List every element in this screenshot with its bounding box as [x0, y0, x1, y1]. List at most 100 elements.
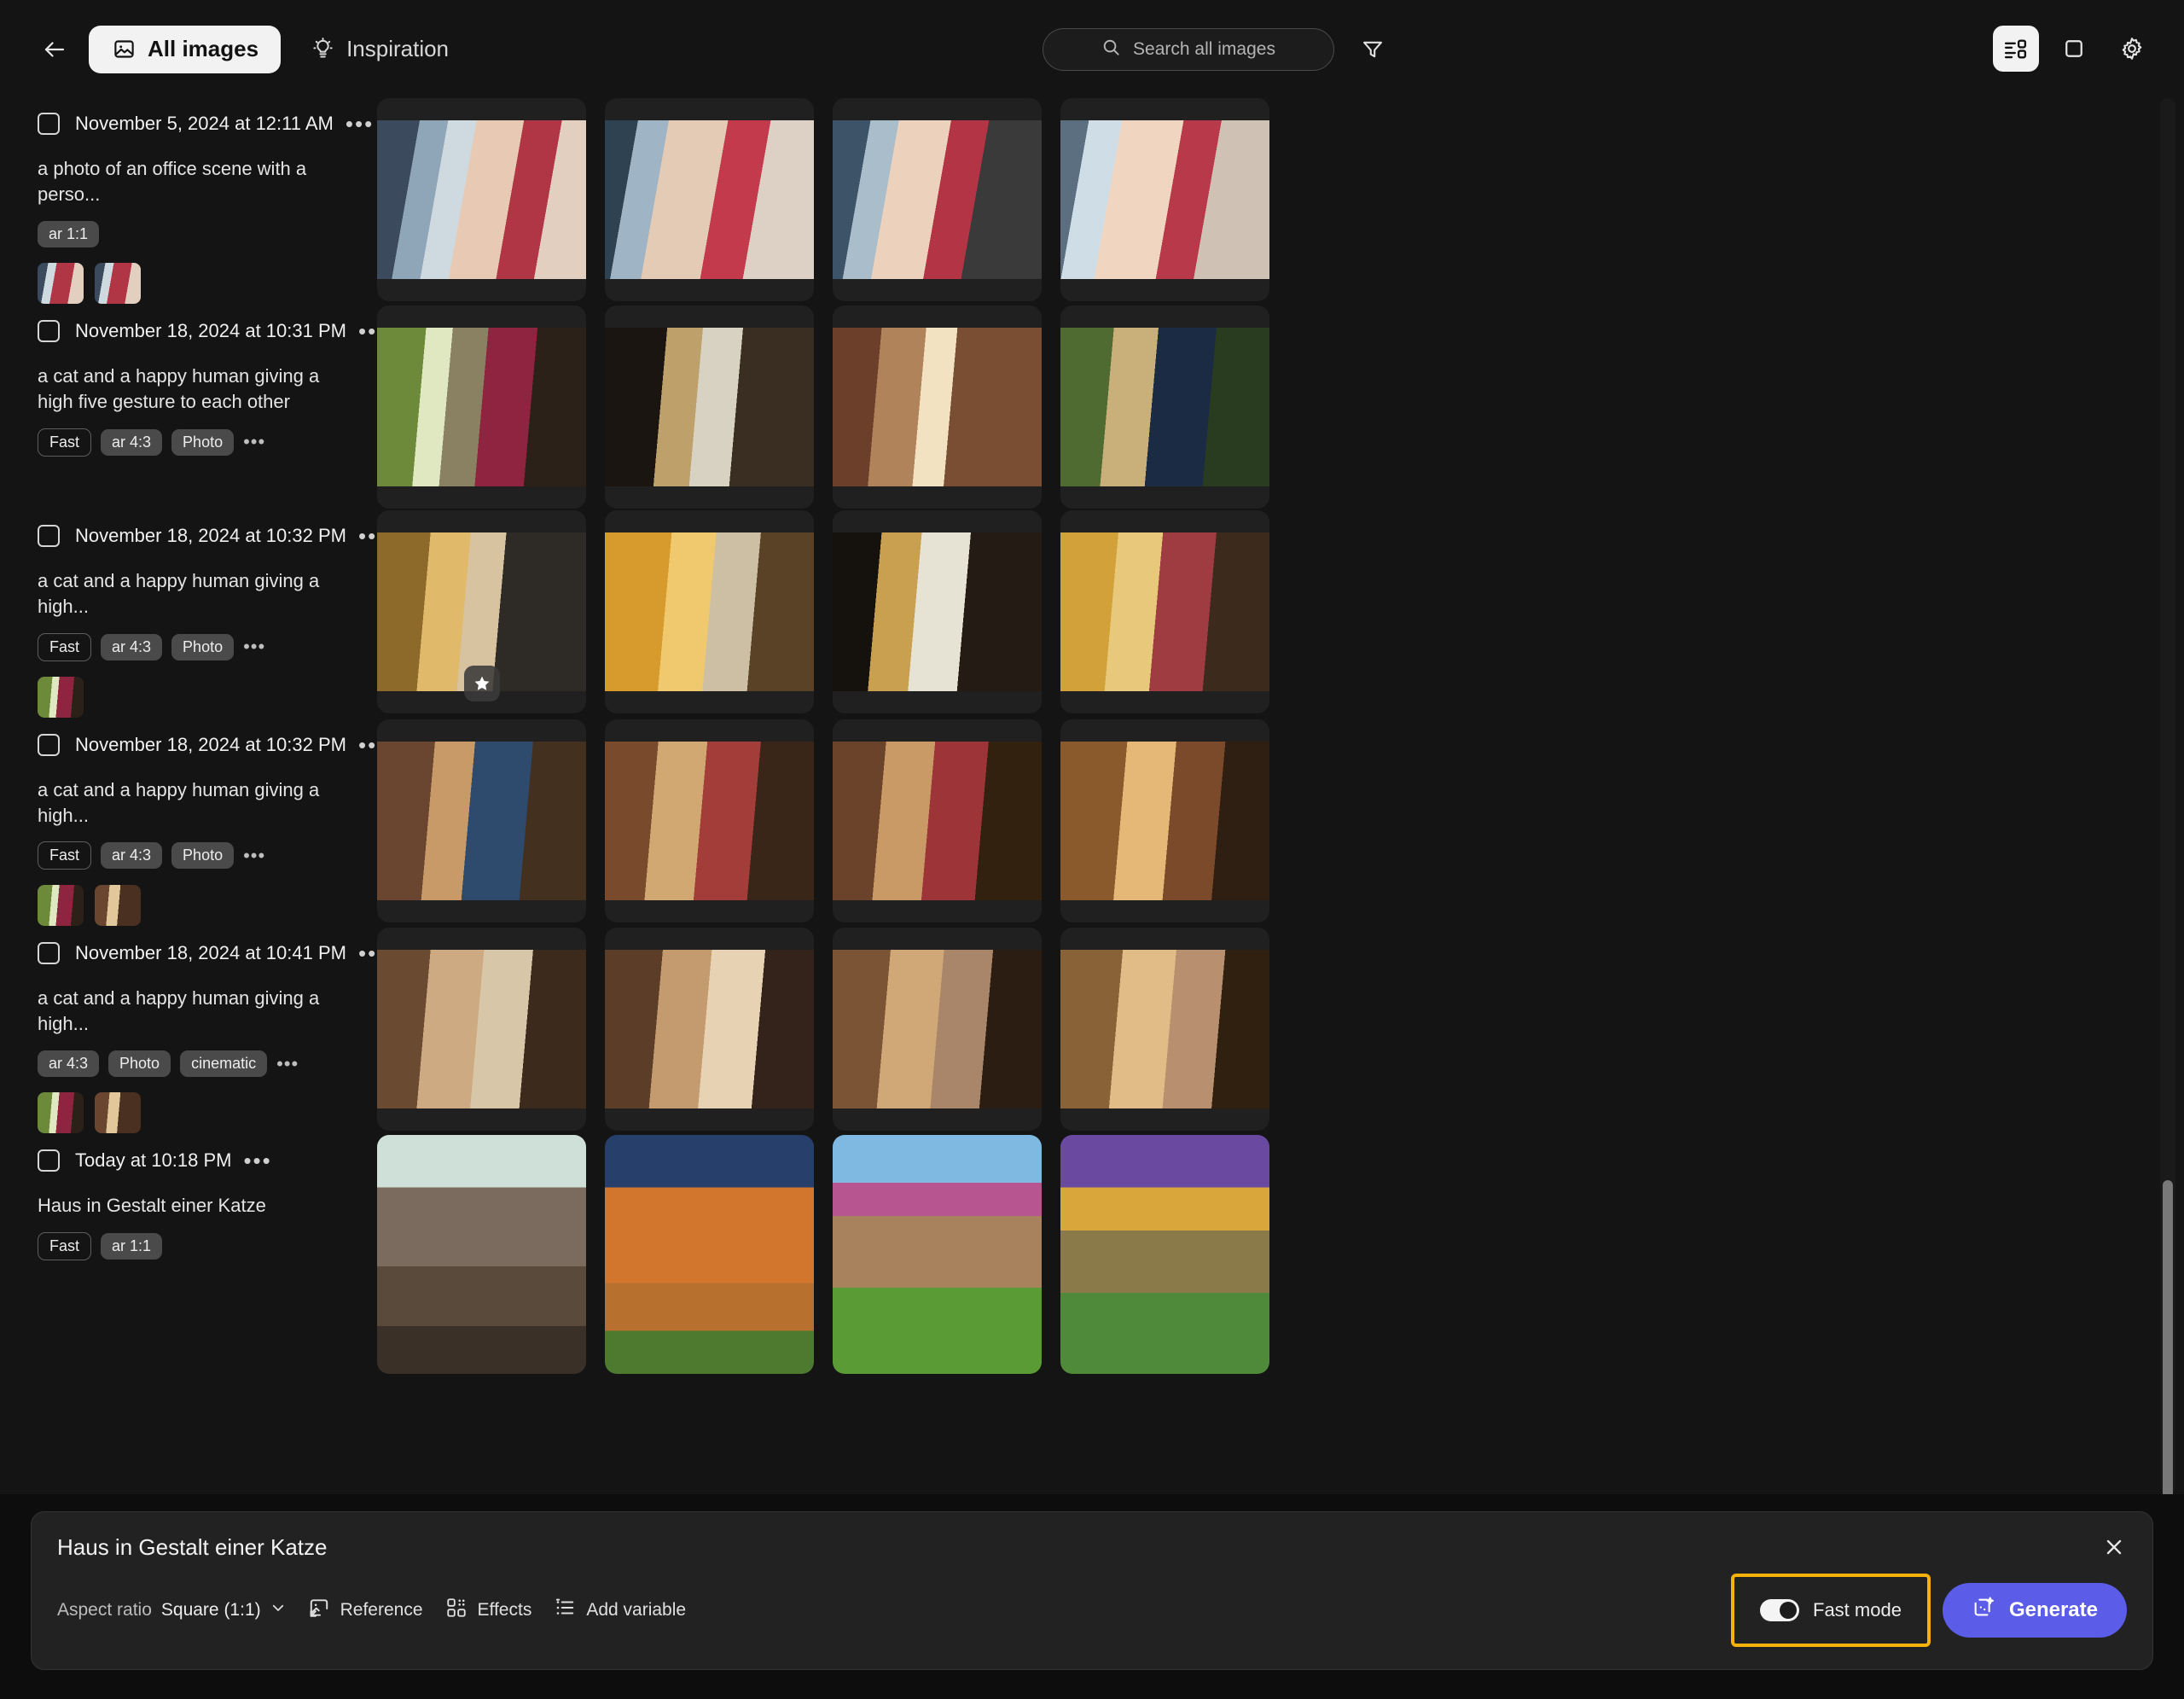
param-chip[interactable]: cinematic	[180, 1050, 268, 1078]
generate-area: Fast mode Generate	[1731, 1574, 2127, 1647]
param-chip[interactable]: ar 1:1	[101, 1233, 163, 1260]
tab-all-images[interactable]: All images	[89, 25, 282, 73]
param-chip[interactable]: ar 4:3	[101, 428, 163, 456]
row-more-menu[interactable]: •••	[243, 1149, 271, 1172]
generation-date: November 18, 2024 at 10:31 PM	[75, 319, 346, 341]
row-select-checkbox[interactable]	[38, 733, 60, 756]
param-chip[interactable]: Fast	[38, 841, 92, 870]
add-variable-button[interactable]: Add variable	[554, 1597, 686, 1624]
close-icon[interactable]	[2098, 1531, 2130, 1563]
chips-more-button[interactable]: •••	[243, 637, 265, 656]
param-chip[interactable]: Photo	[171, 633, 235, 660]
image-card[interactable]	[1060, 1135, 1269, 1375]
square-view-icon[interactable]	[2051, 26, 2097, 72]
lightbulb-icon	[310, 37, 335, 62]
row-select-checkbox[interactable]	[38, 524, 60, 547]
image-card[interactable]	[377, 98, 586, 301]
image-card[interactable]	[605, 1135, 814, 1375]
generated-image	[833, 327, 1042, 486]
param-chip[interactable]: ar 4:3	[38, 1050, 100, 1078]
filter-funnel-icon[interactable]	[1356, 33, 1389, 66]
reference-thumbnail[interactable]	[95, 1092, 141, 1134]
generation-header: November 18, 2024 at 10:32 PM •••	[38, 519, 385, 553]
generation-meta: November 18, 2024 at 10:31 PM ••• a cat an…	[38, 305, 385, 457]
image-card[interactable]	[605, 98, 814, 301]
image-card[interactable]	[605, 305, 814, 509]
chips-more-button[interactable]: •••	[276, 1054, 299, 1073]
list-view-icon[interactable]	[1993, 26, 2039, 72]
row-more-menu[interactable]: •••	[346, 113, 374, 135]
image-card[interactable]	[833, 305, 1042, 509]
gallery-scroll-area[interactable]: November 5, 2024 at 12:11 AM ••• a photo o…	[0, 98, 2184, 1494]
reference-thumbnail[interactable]	[38, 885, 84, 927]
tab-inspiration[interactable]: Inspiration	[288, 26, 471, 73]
param-chip[interactable]: Fast	[38, 1232, 92, 1261]
row-select-checkbox[interactable]	[38, 113, 60, 135]
reference-thumbnail[interactable]	[38, 1092, 84, 1134]
generated-image	[605, 741, 814, 900]
image-card[interactable]	[605, 928, 814, 1132]
image-card[interactable]	[377, 305, 586, 509]
row-select-checkbox[interactable]	[38, 1149, 60, 1172]
image-card[interactable]	[1060, 305, 1269, 509]
reference-thumbnail[interactable]	[38, 262, 84, 304]
image-card[interactable]	[833, 98, 1042, 301]
image-card[interactable]	[377, 719, 586, 922]
effects-button[interactable]: Effects	[445, 1597, 531, 1624]
param-chip[interactable]: ar 1:1	[38, 220, 100, 247]
gear-icon[interactable]	[2109, 26, 2155, 72]
star-icon[interactable]	[463, 665, 500, 701]
list-icon	[554, 1597, 576, 1624]
image-card[interactable]	[377, 928, 586, 1132]
generation-prompt: a cat and a happy human giving a high...	[38, 987, 320, 1035]
param-chip[interactable]: Photo	[171, 842, 235, 870]
generated-image	[377, 327, 586, 486]
image-card[interactable]	[833, 928, 1042, 1132]
generated-image	[833, 532, 1042, 691]
param-chip[interactable]: Photo	[171, 428, 235, 456]
generated-image	[833, 1135, 1042, 1375]
image-card[interactable]	[1060, 719, 1269, 922]
scrollbar-thumb[interactable]	[2163, 1180, 2173, 1494]
aspect-ratio-select[interactable]: Aspect ratio Square (1:1)	[57, 1600, 286, 1620]
tab-inspiration-label: Inspiration	[346, 36, 450, 61]
fast-mode-toggle[interactable]	[1760, 1599, 1799, 1621]
generation-prompt: a photo of an office scene with a perso.…	[38, 158, 307, 205]
image-card[interactable]	[605, 509, 814, 713]
image-card-grid	[377, 305, 1269, 509]
prompt-input[interactable]: Haus in Gestalt einer Katze	[57, 1534, 2127, 1561]
image-card[interactable]	[833, 719, 1042, 922]
chips-more-button[interactable]: •••	[243, 433, 265, 451]
reference-button[interactable]: Reference	[308, 1597, 423, 1624]
param-chip[interactable]: Fast	[38, 428, 92, 457]
chips-more-button[interactable]: •••	[243, 846, 265, 864]
image-card[interactable]	[377, 509, 586, 713]
image-card[interactable]	[1060, 928, 1269, 1132]
image-icon	[111, 37, 136, 62]
image-card[interactable]	[833, 1135, 1042, 1375]
generate-button[interactable]: Generate	[1942, 1583, 2127, 1638]
prompt-panel: Haus in Gestalt einer Katze Aspect ratio…	[31, 1511, 2153, 1670]
image-card[interactable]	[833, 509, 1042, 713]
param-chip[interactable]: Fast	[38, 632, 92, 661]
row-select-checkbox[interactable]	[38, 319, 60, 342]
back-button[interactable]	[32, 27, 77, 72]
image-card[interactable]	[605, 719, 814, 922]
generation-row: Today at 10:18 PM ••• Haus in Gestalt eine…	[0, 1135, 2184, 1375]
reference-thumbnail[interactable]	[95, 262, 141, 304]
reference-thumbnail[interactable]	[95, 885, 141, 927]
thumbnail-image	[95, 262, 141, 304]
generated-image	[1060, 327, 1269, 486]
param-chip[interactable]: ar 4:3	[101, 633, 163, 660]
row-select-checkbox[interactable]	[38, 942, 60, 965]
search-input[interactable]: Search all images	[1043, 28, 1334, 71]
generated-image	[605, 120, 814, 279]
param-chip[interactable]: ar 4:3	[101, 842, 163, 870]
image-card[interactable]	[377, 1135, 586, 1375]
generation-prompt: Haus in Gestalt einer Katze	[38, 1195, 266, 1217]
param-chip[interactable]: Photo	[108, 1050, 171, 1078]
reference-thumbnail[interactable]	[38, 676, 84, 718]
image-card[interactable]	[1060, 98, 1269, 301]
generation-chips: ar 4:3 Photo cinematic •••	[38, 1050, 357, 1078]
image-card[interactable]	[1060, 509, 1269, 713]
